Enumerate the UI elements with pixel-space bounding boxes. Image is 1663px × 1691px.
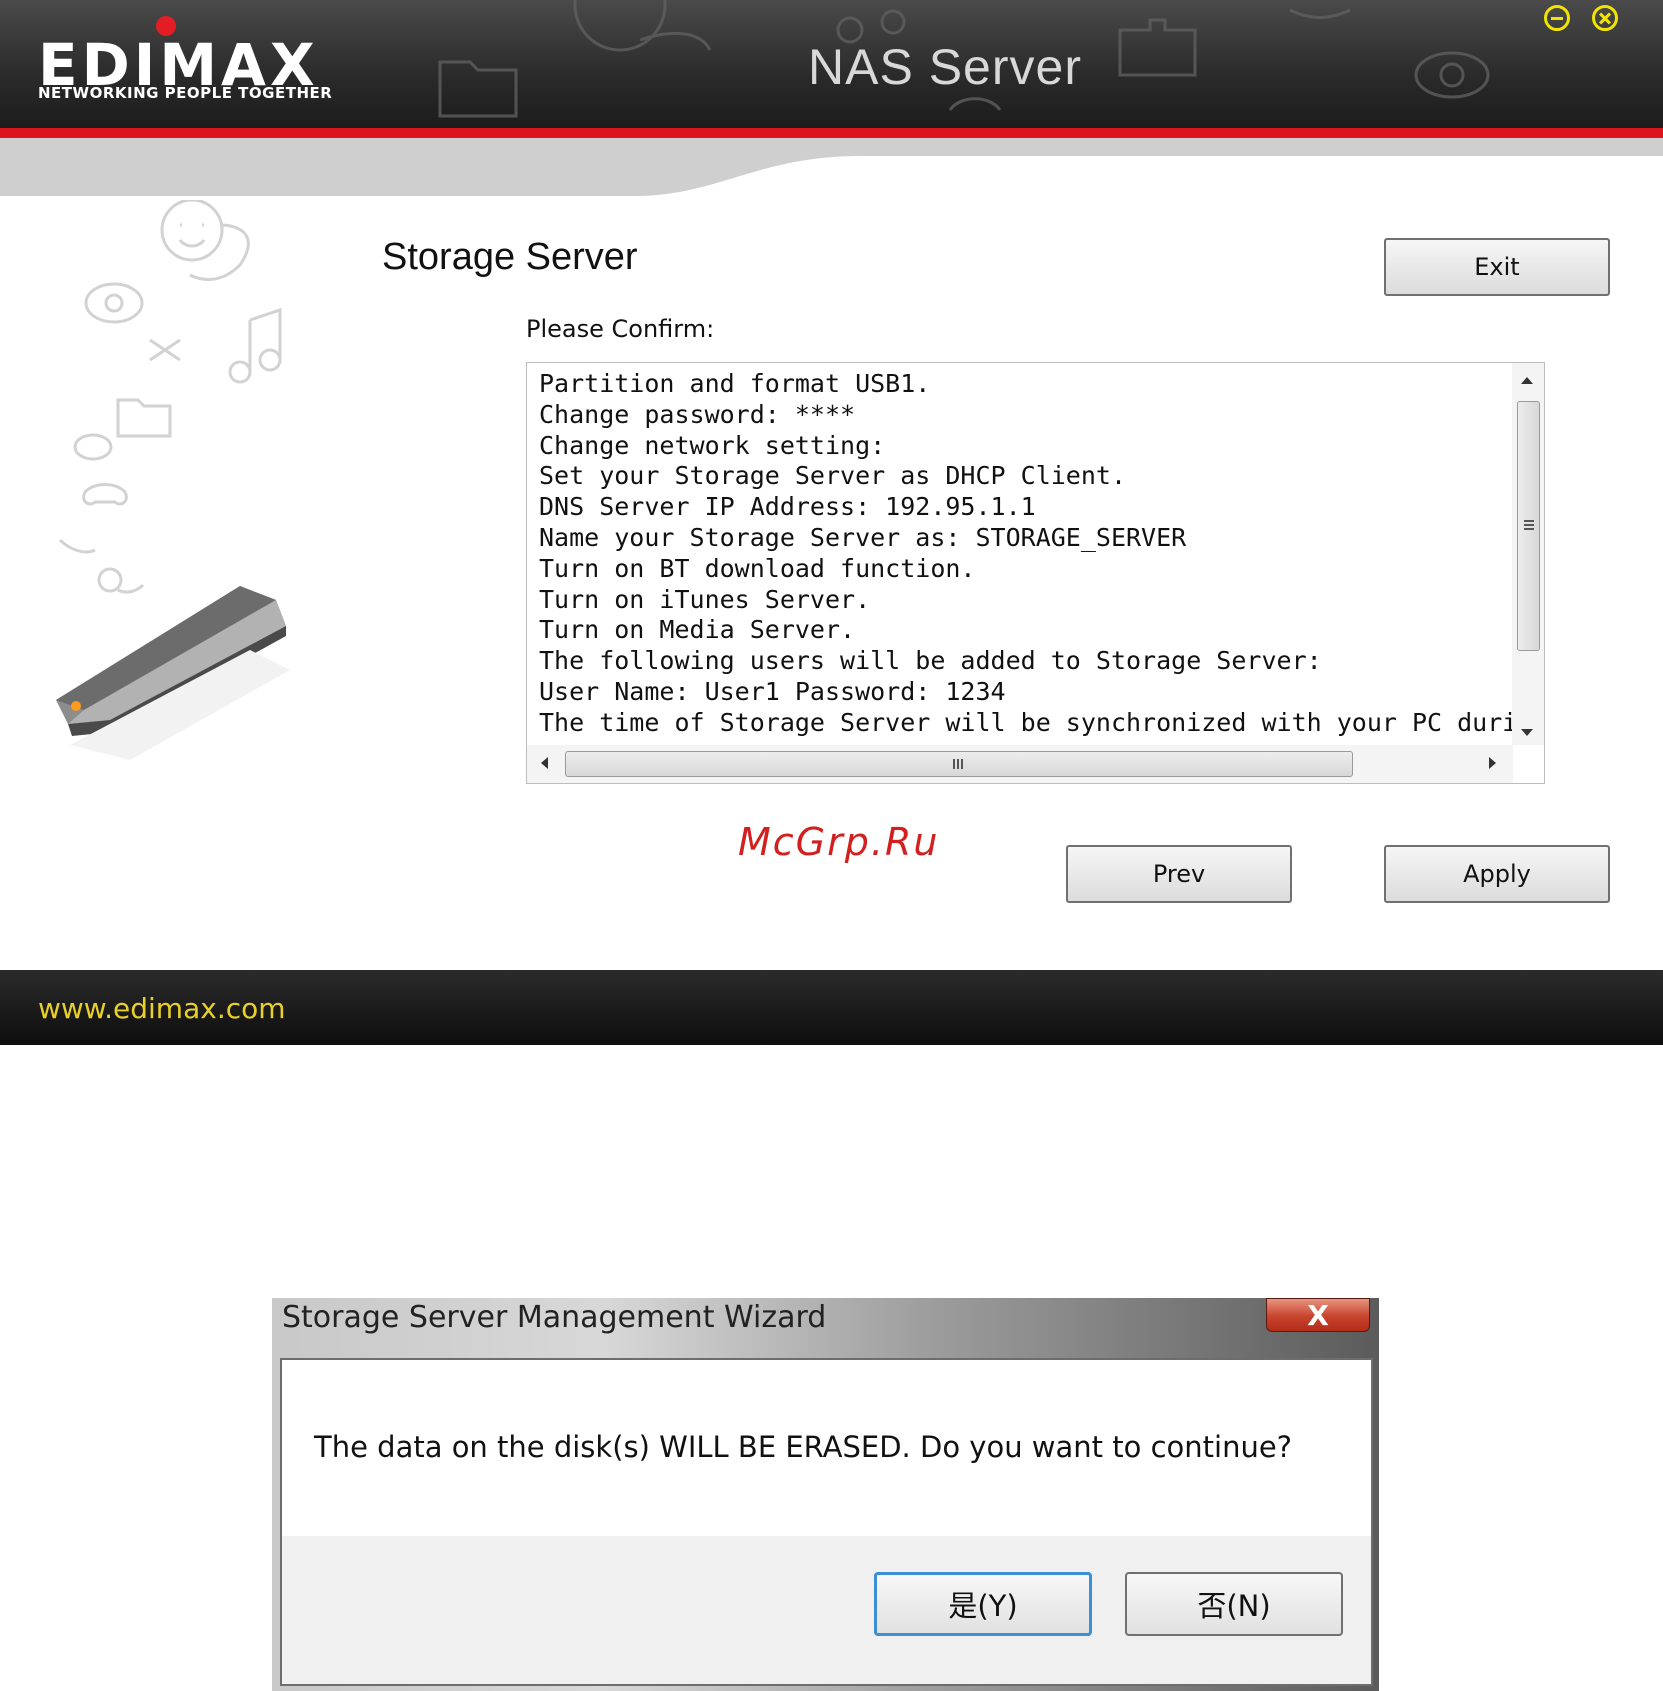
nas-server-window: EDIMAX NETWORKING PEOPLE TOGETHER NAS Se…	[0, 0, 1663, 1045]
apply-button[interactable]: Apply	[1384, 845, 1610, 903]
page-title: Storage Server	[382, 236, 638, 278]
confirm-line: Change network setting:	[539, 430, 886, 460]
watermark: McGrp.Ru	[738, 820, 940, 864]
confirm-line: User Name: User1 Password: 1234	[539, 676, 1006, 706]
confirm-line: Turn on BT download function.	[539, 553, 976, 583]
confirm-text: Partition and format USB1. Change passwo…	[539, 369, 1519, 743]
confirm-label: Please Confirm:	[526, 315, 715, 343]
exit-button[interactable]: Exit	[1384, 238, 1610, 296]
dialog-title: Storage Server Management Wizard	[282, 1300, 827, 1335]
confirm-line: Partition and format USB1.	[539, 369, 931, 398]
dialog-button-bar: 是(Y) 否(N)	[282, 1536, 1371, 1684]
grip-icon	[1524, 520, 1534, 530]
footer-bar: www.edimax.com	[0, 970, 1663, 1045]
horizontal-scrollbar[interactable]	[527, 745, 1513, 783]
dialog-message: The data on the disk(s) WILL BE ERASED. …	[314, 1430, 1293, 1464]
grip-icon	[953, 759, 965, 769]
vertical-scroll-thumb[interactable]	[1517, 401, 1540, 651]
header-bar: EDIMAX NETWORKING PEOPLE TOGETHER NAS Se…	[0, 0, 1663, 128]
confirm-summary-box[interactable]: Partition and format USB1. Change passwo…	[526, 362, 1545, 784]
dialog-close-button[interactable]: X	[1266, 1298, 1370, 1332]
minimize-icon[interactable]	[1544, 5, 1570, 31]
confirm-line: The following users will be added to Sto…	[539, 646, 1322, 676]
confirm-line: DNS Server IP Address: 192.95.1.1	[539, 492, 1036, 522]
scroll-left-arrow-icon[interactable]	[541, 757, 548, 769]
confirm-line: Set your Storage Server as DHCP Client.	[539, 461, 1126, 491]
header-wave	[0, 138, 1663, 196]
yes-button[interactable]: 是(Y)	[874, 1572, 1092, 1636]
horizontal-scroll-thumb[interactable]	[565, 751, 1353, 777]
dialog-body: The data on the disk(s) WILL BE ERASED. …	[280, 1358, 1373, 1686]
scroll-down-arrow-icon[interactable]	[1521, 729, 1533, 736]
confirm-line: The time of Storage Server will be synch…	[539, 707, 1519, 737]
scroll-right-arrow-icon[interactable]	[1489, 757, 1496, 769]
close-icon[interactable]	[1592, 5, 1618, 31]
scroll-up-arrow-icon[interactable]	[1521, 377, 1533, 384]
side-illustration	[56, 200, 290, 760]
confirm-line: Turn on Media Server.	[539, 615, 856, 645]
vertical-scrollbar[interactable]	[1512, 363, 1544, 745]
header-red-stripe	[0, 128, 1663, 138]
app-title: NAS Server	[808, 39, 1082, 95]
confirm-dialog: Storage Server Management Wizard X The d…	[272, 1298, 1379, 1691]
prev-button[interactable]: Prev	[1066, 845, 1292, 903]
confirm-line: Name your Storage Server as: STORAGE_SER…	[539, 522, 1187, 552]
confirm-line: Turn on iTunes Server.	[539, 584, 871, 614]
footer-url[interactable]: www.edimax.com	[38, 992, 286, 1025]
confirm-line: Change password: ****	[539, 399, 856, 429]
no-button[interactable]: 否(N)	[1125, 1572, 1343, 1636]
